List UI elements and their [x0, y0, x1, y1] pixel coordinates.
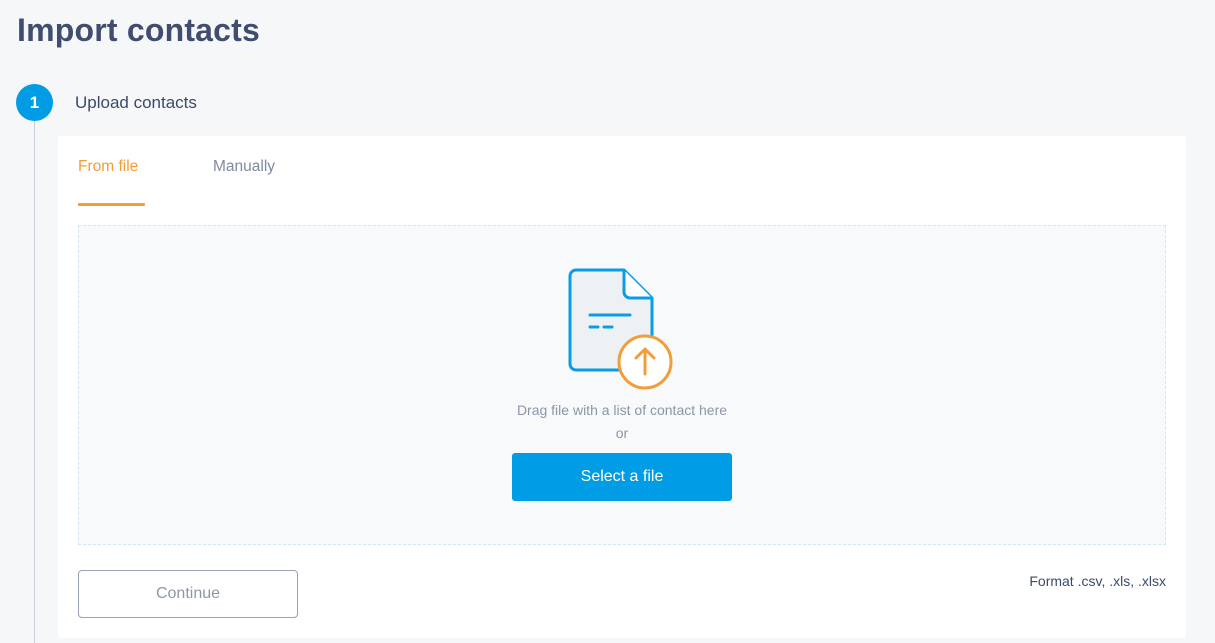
step-label: Upload contacts — [75, 93, 197, 112]
tab-from-file[interactable]: From file — [78, 158, 138, 176]
upload-card: From file Manually Drag file with a list… — [58, 136, 1186, 638]
file-upload-icon — [568, 268, 673, 390]
step-connector-line — [34, 121, 35, 643]
step-number-badge: 1 — [16, 84, 53, 121]
page-title: Import contacts — [17, 12, 261, 48]
tab-manually[interactable]: Manually — [213, 158, 275, 176]
or-separator-text: or — [615, 425, 629, 441]
select-file-button[interactable]: Select a file — [512, 453, 732, 501]
drag-instruction-text: Drag file with a list of contact here — [516, 402, 728, 418]
file-dropzone[interactable]: Drag file with a list of contact here or… — [78, 225, 1166, 545]
active-tab-indicator — [78, 203, 145, 206]
continue-button[interactable]: Continue — [78, 570, 298, 618]
supported-formats-text: Format .csv, .xls, .xlsx — [1029, 573, 1166, 589]
